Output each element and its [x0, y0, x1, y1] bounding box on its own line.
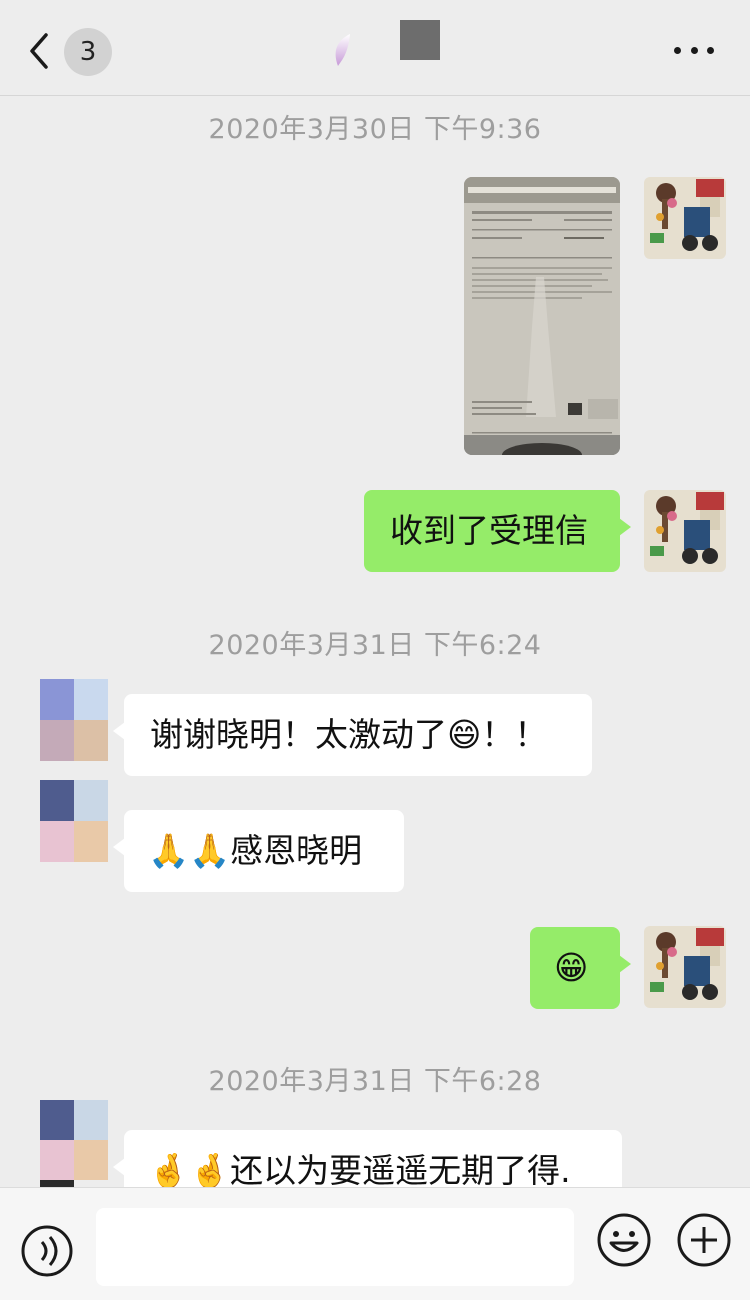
timestamp: 2020年3月31日 下午6:24 — [208, 630, 542, 661]
my-avatar[interactable] — [644, 177, 726, 259]
my-avatar[interactable] — [644, 490, 726, 572]
avatar-mosaic — [40, 1100, 108, 1187]
unread-count-badge: 3 — [64, 28, 112, 76]
lego-avatar-image — [644, 490, 726, 572]
message-bubble-self[interactable]: 😁 — [530, 927, 631, 1009]
ellipsis-dot — [690, 46, 698, 54]
lego-avatar-image — [644, 926, 726, 1008]
image-message[interactable] — [464, 177, 620, 455]
document-photo — [464, 177, 620, 455]
smiley-icon[interactable] — [596, 1212, 652, 1268]
contact-avatar-blurred — [400, 20, 440, 60]
my-avatar[interactable] — [644, 926, 726, 1008]
contact-avatar[interactable] — [40, 1100, 108, 1187]
contact-avatar[interactable] — [40, 679, 108, 761]
message-list[interactable]: 2020年3月30日 下午9:36 收到了受理信 2020年3月31日 下午6:… — [0, 97, 750, 1187]
avatar-mosaic — [40, 780, 108, 862]
ellipsis-dot — [707, 46, 714, 54]
message-bubble-other[interactable]: 谢谢晓明！太激动了😄！！ — [113, 694, 592, 776]
more-options-button[interactable] — [674, 38, 714, 62]
avatar-mosaic — [40, 679, 108, 761]
timestamp: 2020年3月31日 下午6:28 — [208, 1066, 542, 1097]
message-input[interactable] — [96, 1208, 574, 1286]
chevron-left-icon — [30, 33, 48, 69]
lego-avatar-image — [644, 177, 726, 259]
voice-icon[interactable] — [20, 1224, 74, 1278]
message-bubble-other[interactable]: 🙏🙏感恩晓明 — [113, 810, 404, 892]
chat-header: 3 — [0, 0, 750, 96]
message-bubble-other[interactable]: 🤞🤞还以为要遥遥无期了得. — [113, 1130, 622, 1187]
contact-avatar[interactable] — [40, 780, 108, 862]
ellipsis-dot — [674, 46, 681, 54]
heart-icon — [335, 34, 350, 66]
plus-icon[interactable] — [676, 1212, 732, 1268]
message-bubble-self[interactable]: 收到了受理信 — [364, 490, 631, 572]
back-button[interactable]: 3 — [26, 26, 118, 76]
timestamp: 2020年3月30日 下午9:36 — [208, 114, 542, 145]
